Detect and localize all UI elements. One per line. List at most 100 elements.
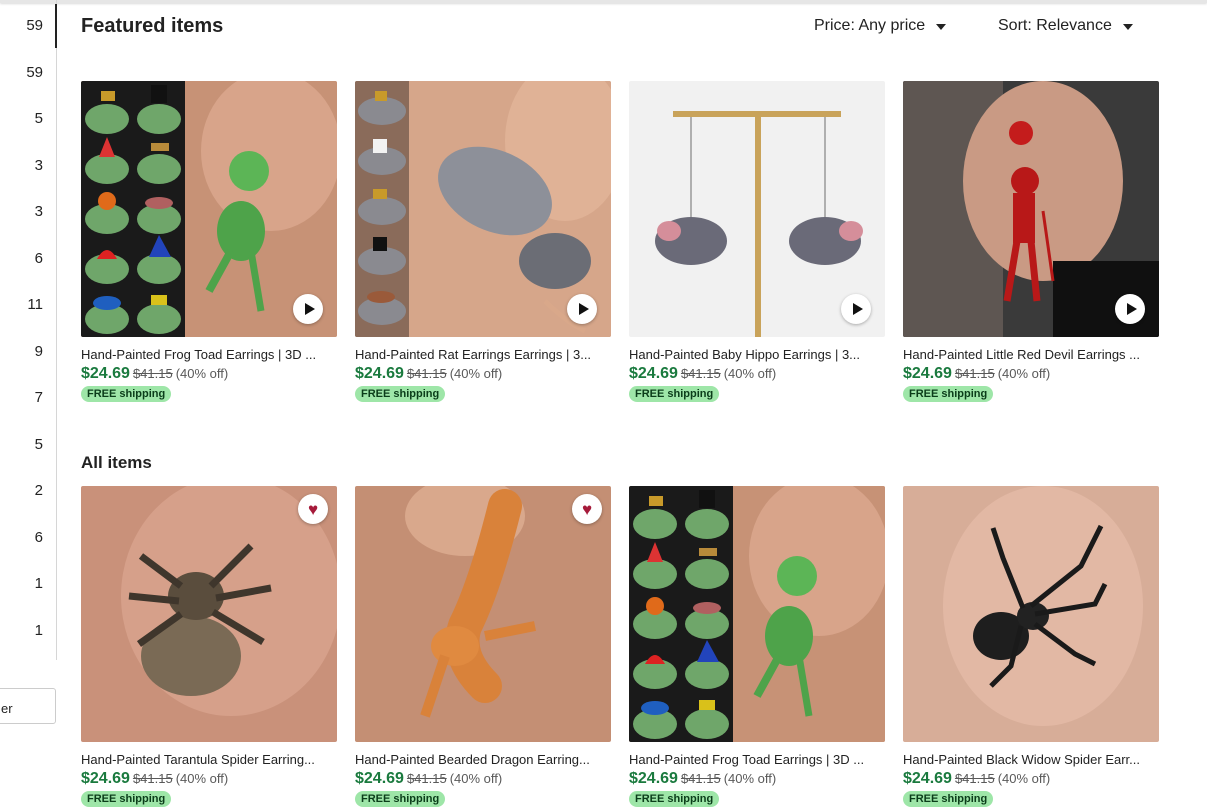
discount-label: (40% off) [449, 366, 503, 381]
play-icon [304, 303, 315, 315]
listing-card[interactable]: Hand-Painted Frog Toad Earrings | 3D ...… [629, 486, 885, 807]
sale-price: $24.69 [903, 770, 952, 787]
price-row: $24.69 $41.15 (40% off) [81, 365, 337, 383]
listing-title[interactable]: Hand-Painted Little Red Devil Earrings .… [903, 347, 1159, 362]
sale-price: $24.69 [903, 365, 952, 382]
original-price: $41.15 [406, 771, 447, 786]
discount-label: (40% off) [997, 771, 1051, 786]
tarantula-earring-image [81, 486, 337, 742]
filter-button[interactable]: er [0, 688, 56, 724]
filter-count[interactable]: 5 [35, 110, 43, 127]
original-price: $41.15 [680, 771, 721, 786]
active-indicator [55, 4, 57, 48]
filter-count[interactable]: 9 [35, 343, 43, 360]
play-video-button[interactable] [293, 294, 323, 324]
dragon-earring-image [355, 486, 611, 742]
filter-count[interactable]: 11 [27, 296, 43, 313]
listing-image[interactable] [355, 81, 611, 337]
price-row: $24.69 $41.15 (40% off) [903, 365, 1159, 383]
original-price: $41.15 [406, 366, 447, 381]
filter-count[interactable]: 6 [35, 250, 43, 267]
free-shipping-badge: FREE shipping [903, 386, 994, 402]
play-video-button[interactable] [567, 294, 597, 324]
frog-earring-image [629, 486, 885, 742]
price-row: $24.69 $41.15 (40% off) [629, 770, 885, 788]
price-row: $24.69 $41.15 (40% off) [355, 770, 611, 788]
price-row: $24.69 $41.15 (40% off) [629, 365, 885, 383]
free-shipping-badge: FREE shipping [81, 386, 172, 402]
price-filter-label: Price: Any price [814, 17, 926, 34]
original-price: $41.15 [954, 771, 995, 786]
listing-card[interactable]: ♥ Hand-Painted Tarantula Spider Earring.… [81, 486, 337, 807]
free-shipping-badge: FREE shipping [355, 386, 446, 402]
sale-price: $24.69 [81, 365, 130, 382]
listing-card[interactable]: Hand-Painted Black Widow Spider Earr... … [903, 486, 1159, 807]
play-icon [1126, 303, 1137, 315]
sale-price: $24.69 [81, 770, 130, 787]
listing-title[interactable]: Hand-Painted Frog Toad Earrings | 3D ... [81, 347, 337, 362]
featured-items-heading: Featured items [81, 15, 224, 37]
listing-title[interactable]: Hand-Painted Bearded Dragon Earring... [355, 752, 611, 767]
discount-label: (40% off) [449, 771, 503, 786]
widow-earring-image [903, 486, 1159, 742]
listing-image[interactable] [81, 81, 337, 337]
filter-count[interactable]: 1 [35, 622, 43, 639]
filter-counts-column: 59 59 5 3 3 6 11 9 7 5 2 6 1 1 [0, 0, 57, 660]
featured-listing-card[interactable]: Hand-Painted Rat Earrings Earrings | 3..… [355, 81, 611, 402]
play-video-button[interactable] [841, 294, 871, 324]
original-price: $41.15 [132, 771, 173, 786]
listing-title[interactable]: Hand-Painted Rat Earrings Earrings | 3..… [355, 347, 611, 362]
sort-label: Sort: Relevance [998, 17, 1112, 34]
heart-filled-icon: ♥ [307, 499, 319, 519]
listing-title[interactable]: Hand-Painted Black Widow Spider Earr... [903, 752, 1159, 767]
price-row: $24.69 $41.15 (40% off) [355, 365, 611, 383]
listing-title[interactable]: Hand-Painted Tarantula Spider Earring... [81, 752, 337, 767]
caret-down-icon [936, 24, 947, 30]
listing-image[interactable] [629, 486, 885, 742]
discount-label: (40% off) [175, 366, 229, 381]
price-row: $24.69 $41.15 (40% off) [903, 770, 1159, 788]
filter-count[interactable]: 7 [35, 389, 43, 406]
caret-down-icon [1122, 24, 1133, 30]
filter-count[interactable]: 5 [35, 436, 43, 453]
listing-image[interactable]: ♥ [355, 486, 611, 742]
sort-dropdown[interactable]: Sort: Relevance [998, 17, 1133, 35]
discount-label: (40% off) [723, 366, 777, 381]
original-price: $41.15 [132, 366, 173, 381]
filter-count[interactable]: 3 [35, 203, 43, 220]
favorite-heart-button[interactable]: ♥ [298, 494, 328, 524]
featured-listing-card[interactable]: Hand-Painted Little Red Devil Earrings .… [903, 81, 1159, 402]
listing-image[interactable] [903, 81, 1159, 337]
listing-image[interactable] [903, 486, 1159, 742]
favorite-heart-button[interactable]: ♥ [572, 494, 602, 524]
filter-count[interactable]: 6 [35, 529, 43, 546]
discount-label: (40% off) [997, 366, 1051, 381]
filter-count[interactable]: 59 [26, 64, 43, 81]
listing-image[interactable]: ♥ [81, 486, 337, 742]
price-filter-dropdown[interactable]: Price: Any price [814, 17, 947, 35]
play-icon [852, 303, 863, 315]
listing-image[interactable] [629, 81, 885, 337]
original-price: $41.15 [680, 366, 721, 381]
sale-price: $24.69 [629, 365, 678, 382]
sale-price: $24.69 [355, 365, 404, 382]
top-shadow-bar [0, 0, 1207, 3]
featured-listing-card[interactable]: Hand-Painted Frog Toad Earrings | 3D ...… [81, 81, 337, 402]
filter-count[interactable]: 59 [26, 17, 43, 34]
play-video-button[interactable] [1115, 294, 1145, 324]
original-price: $41.15 [954, 366, 995, 381]
listing-title[interactable]: Hand-Painted Baby Hippo Earrings | 3... [629, 347, 885, 362]
all-items-heading: All items [81, 453, 152, 472]
listing-title[interactable]: Hand-Painted Frog Toad Earrings | 3D ... [629, 752, 885, 767]
discount-label: (40% off) [723, 771, 777, 786]
listing-card[interactable]: ♥ Hand-Painted Bearded Dragon Earring...… [355, 486, 611, 807]
filter-count[interactable]: 2 [35, 482, 43, 499]
featured-listing-card[interactable]: Hand-Painted Baby Hippo Earrings | 3... … [629, 81, 885, 402]
discount-label: (40% off) [175, 771, 229, 786]
play-icon [578, 303, 589, 315]
sale-price: $24.69 [629, 770, 678, 787]
heart-filled-icon: ♥ [581, 499, 593, 519]
sale-price: $24.69 [355, 770, 404, 787]
filter-count[interactable]: 3 [35, 157, 43, 174]
filter-count[interactable]: 1 [35, 575, 43, 592]
